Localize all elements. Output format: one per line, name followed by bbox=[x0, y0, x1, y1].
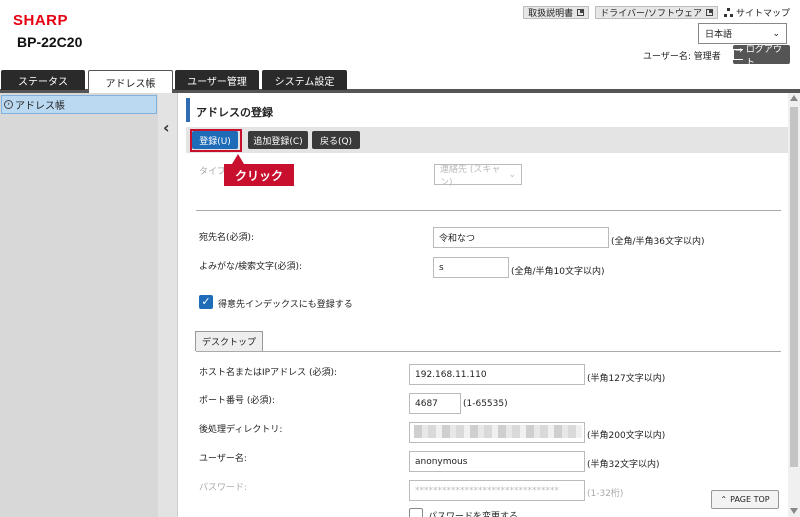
chevron-right-icon: › bbox=[4, 100, 13, 109]
sitemap-icon bbox=[723, 8, 733, 17]
type-select[interactable]: 連絡先 (スキャン) ⌄ bbox=[434, 164, 522, 188]
tab-system-settings[interactable]: システム設定 bbox=[262, 70, 347, 90]
page-top-button[interactable]: ⌃ PAGE TOP bbox=[711, 490, 779, 509]
page-title: アドレスの登録 bbox=[186, 98, 790, 122]
tab-desktop[interactable]: デスクトップ bbox=[195, 331, 263, 351]
scroll-down-icon[interactable] bbox=[790, 508, 798, 514]
sidebar-item-address-book[interactable]: › アドレス帳 bbox=[1, 95, 157, 114]
host-input[interactable]: 192.168.11.110 bbox=[409, 364, 585, 385]
page-top-label: PAGE TOP bbox=[730, 495, 770, 504]
chevron-left-icon: ‹ bbox=[163, 118, 170, 137]
index-label: 得意先インデックスにも登録する bbox=[218, 300, 353, 310]
kana-hint: (全角/半角10文字以内) bbox=[511, 267, 605, 277]
name-input[interactable]: 令和なつ bbox=[433, 227, 609, 248]
name-hint: (全角/半角36文字以内) bbox=[611, 237, 705, 247]
host-hint: (半角127文字以内) bbox=[587, 374, 666, 384]
tab-address-book[interactable]: アドレス帳 bbox=[88, 70, 173, 93]
add-register-button[interactable]: 追加登録(C) bbox=[248, 131, 308, 149]
back-button[interactable]: 戻る(Q) bbox=[312, 131, 360, 149]
sitemap-link[interactable]: サイトマップ bbox=[723, 6, 790, 19]
driver-link[interactable]: ドライバー/ソフトウェア bbox=[595, 6, 718, 19]
chevron-down-icon: ⌄ bbox=[772, 28, 780, 39]
password-hint: (1-32桁) bbox=[587, 489, 624, 499]
external-link-icon bbox=[705, 9, 713, 16]
chevron-up-icon: ⌃ bbox=[720, 495, 728, 504]
sidebar: › アドレス帳 bbox=[0, 93, 158, 517]
tab-user-management[interactable]: ユーザー管理 bbox=[175, 70, 259, 90]
sidebar-collapse[interactable]: ‹ bbox=[158, 93, 178, 517]
type-value: 連絡先 (スキャン) bbox=[440, 164, 501, 188]
scroll-thumb[interactable] bbox=[790, 107, 798, 467]
main-content: アドレスの登録 登録(U) 追加登録(C) 戻る(Q) タイプ クリック 連絡先… bbox=[178, 93, 800, 517]
top-links: 取扱説明書 ドライバー/ソフトウェア サイトマップ bbox=[523, 6, 790, 19]
chevron-down-icon: ⌄ bbox=[508, 169, 516, 180]
username-label: ユーザー名: bbox=[199, 454, 247, 464]
sharp-logo: SHARP bbox=[13, 12, 69, 29]
directory-hint: (半角200文字以内) bbox=[587, 431, 666, 441]
scrollbar[interactable] bbox=[788, 93, 800, 517]
driver-link-label: ドライバー/ソフトウェア bbox=[600, 9, 702, 19]
click-callout: クリック bbox=[224, 154, 294, 186]
sidebar-item-label: アドレス帳 bbox=[15, 101, 65, 112]
sitemap-label: サイトマップ bbox=[735, 9, 790, 19]
username-hint: (半角32文字以内) bbox=[587, 460, 660, 470]
name-label: 宛先名(必須): bbox=[199, 233, 255, 243]
port-hint: (1-65535) bbox=[463, 399, 508, 409]
directory-label: 後処理ディレクトリ: bbox=[199, 425, 283, 435]
port-input[interactable]: 4687 bbox=[409, 393, 461, 414]
type-label: タイプ bbox=[199, 167, 227, 177]
action-bar: 登録(U) 追加登録(C) 戻る(Q) bbox=[186, 127, 790, 153]
model-name: BP-22C20 bbox=[17, 34, 83, 50]
divider bbox=[196, 210, 781, 211]
manual-link-label: 取扱説明書 bbox=[528, 9, 574, 19]
external-link-icon bbox=[577, 9, 585, 16]
divider bbox=[196, 351, 781, 352]
kana-label: よみがな/検索文字(必須): bbox=[199, 262, 303, 272]
password-change-checkbox[interactable] bbox=[409, 508, 423, 517]
tab-status[interactable]: ステータス bbox=[1, 70, 85, 90]
password-label: パスワード: bbox=[199, 483, 248, 493]
language-value: 日本語 bbox=[705, 30, 733, 40]
password-change-label: パスワードを変更する bbox=[428, 512, 519, 517]
password-input[interactable]: ******************************** bbox=[409, 480, 585, 501]
blurred-directory-value bbox=[414, 425, 582, 438]
index-checkbox[interactable]: ✓ bbox=[199, 295, 213, 309]
click-highlight bbox=[190, 129, 242, 152]
port-label: ポート番号 (必須): bbox=[199, 396, 275, 406]
scroll-up-icon[interactable] bbox=[790, 95, 798, 101]
logout-label: ログアウト bbox=[745, 44, 782, 68]
logout-button[interactable]: ログアウト bbox=[733, 45, 790, 68]
username-input[interactable]: anonymous bbox=[409, 451, 585, 472]
manual-link[interactable]: 取扱説明書 bbox=[523, 6, 590, 19]
main-tabs: ステータス アドレス帳 ユーザー管理 システム設定 bbox=[0, 70, 800, 93]
host-label: ホスト名またはIPアドレス (必須): bbox=[199, 368, 337, 378]
current-user: ユーザー名: 管理者 bbox=[643, 52, 721, 62]
logout-icon bbox=[733, 46, 743, 60]
kana-input[interactable]: s bbox=[433, 257, 509, 278]
